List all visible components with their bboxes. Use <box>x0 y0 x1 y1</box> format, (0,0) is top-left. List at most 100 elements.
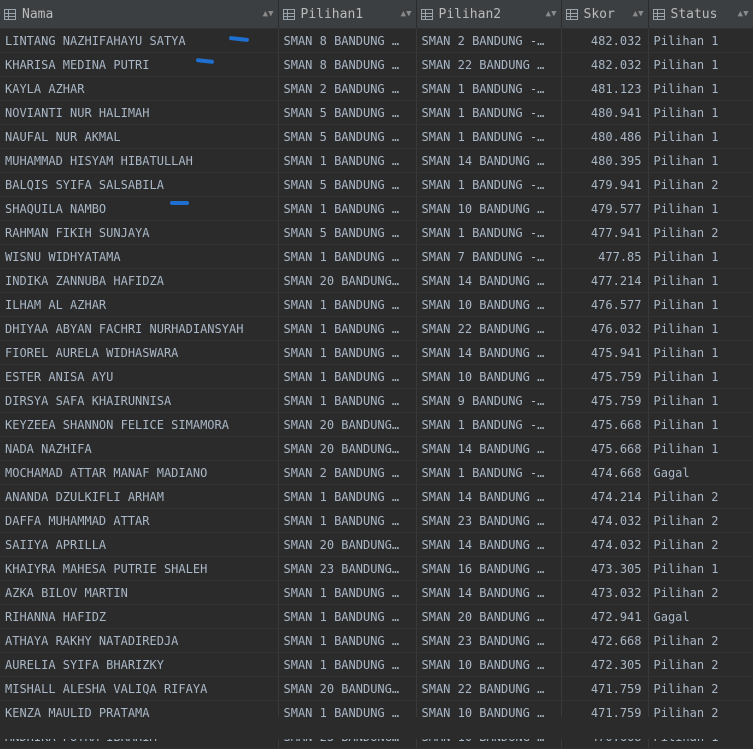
cell-nama[interactable]: AURELIA SYIFA BHARIZKY <box>0 652 279 677</box>
column-header-pilihan1[interactable]: Pilihan1 ▲▼ <box>278 0 417 29</box>
cell-status[interactable]: Pilihan 1 <box>648 28 753 53</box>
cell-pilihan1[interactable]: SMAN 2 BANDUNG … <box>278 460 417 485</box>
cell-status[interactable]: Pilihan 2 <box>648 220 753 245</box>
cell-nama[interactable]: KAYLA AZHAR <box>0 76 279 101</box>
cell-nama[interactable]: FIOREL AURELA WIDHASWARA <box>0 340 279 365</box>
cell-nama[interactable]: MOCHAMAD ATTAR MANAF MADIANO <box>0 460 279 485</box>
cell-nama[interactable]: ILHAM AL AZHAR <box>0 292 279 317</box>
cell-pilihan1[interactable]: SMAN 1 BANDUNG … <box>278 484 417 509</box>
cell-skor[interactable]: 482.032 <box>561 52 649 77</box>
cell-status[interactable]: Pilihan 2 <box>648 484 753 509</box>
cell-status[interactable]: Pilihan 1 <box>648 340 753 365</box>
cell-pilihan2[interactable]: SMAN 1 BANDUNG -… <box>416 124 562 149</box>
cell-status[interactable]: Pilihan 1 <box>648 196 753 221</box>
cell-skor[interactable]: 477.941 <box>561 220 649 245</box>
table-row[interactable]: WISNU WIDHYATAMA SMAN 1 BANDUNG … SMAN 7 B… <box>0 244 753 269</box>
table-row[interactable]: KAYLA AZHAR SMAN 2 BANDUNG … SMAN 1 BANDUN… <box>0 76 753 101</box>
cell-nama[interactable]: NADA NAZHIFA <box>0 436 279 461</box>
column-header-skor[interactable]: Skor ▲▼ <box>561 0 649 29</box>
cell-skor[interactable]: 475.668 <box>561 436 649 461</box>
cell-pilihan1[interactable]: SMAN 5 BANDUNG … <box>278 172 417 197</box>
cell-status[interactable]: Pilihan 2 <box>648 676 753 701</box>
table-row[interactable]: ILHAM AL AZHAR SMAN 1 BANDUNG … SMAN 10 BA… <box>0 292 753 317</box>
table-row[interactable]: LINTANG NAZHIFAHAYU SATYA SMAN 8 BANDUNG … <box>0 28 753 53</box>
cell-pilihan1[interactable]: SMAN 1 BANDUNG … <box>278 604 417 629</box>
cell-skor[interactable]: 475.759 <box>561 388 649 413</box>
cell-pilihan2[interactable]: SMAN 14 BANDUNG … <box>416 436 562 461</box>
cell-nama[interactable]: WISNU WIDHYATAMA <box>0 244 279 269</box>
cell-status[interactable]: Pilihan 1 <box>648 124 753 149</box>
cell-pilihan2[interactable]: SMAN 7 BANDUNG -… <box>416 244 562 269</box>
column-header-nama[interactable]: Nama ▲▼ <box>0 0 279 29</box>
cell-pilihan2[interactable]: SMAN 1 BANDUNG -… <box>416 100 562 125</box>
cell-pilihan1[interactable]: SMAN 1 BANDUNG … <box>278 628 417 653</box>
table-row[interactable]: ESTER ANISA AYU SMAN 1 BANDUNG … SMAN 10 B… <box>0 364 753 389</box>
cell-status[interactable]: Pilihan 1 <box>648 412 753 437</box>
cell-pilihan2[interactable]: SMAN 10 BANDUNG … <box>416 292 562 317</box>
cell-skor[interactable]: 474.668 <box>561 460 649 485</box>
sort-arrows-icon[interactable]: ▲▼ <box>633 9 644 19</box>
column-header-pilihan2[interactable]: Pilihan2 ▲▼ <box>416 0 562 29</box>
cell-pilihan1[interactable]: SMAN 1 BANDUNG … <box>278 388 417 413</box>
cell-skor[interactable]: 474.214 <box>561 484 649 509</box>
cell-skor[interactable]: 475.941 <box>561 340 649 365</box>
cell-status[interactable]: Pilihan 1 <box>648 76 753 101</box>
cell-pilihan2[interactable]: SMAN 23 BANDUNG … <box>416 628 562 653</box>
cell-skor[interactable]: 476.577 <box>561 292 649 317</box>
table-row[interactable]: KEYZEEA SHANNON FELICE SIMAMORA SMAN 20 B… <box>0 412 753 437</box>
cell-skor[interactable]: 473.032 <box>561 580 649 605</box>
cell-nama[interactable]: NOVIANTI NUR HALIMAH <box>0 100 279 125</box>
cell-skor[interactable]: 477.214 <box>561 268 649 293</box>
cell-nama[interactable]: NAUFAL NUR AKMAL <box>0 124 279 149</box>
sort-arrows-icon[interactable]: ▲▼ <box>401 9 412 19</box>
cell-skor[interactable]: 475.759 <box>561 364 649 389</box>
cell-nama[interactable]: ESTER ANISA AYU <box>0 364 279 389</box>
cell-nama[interactable]: ATHAYA RAKHY NATADIREDJA <box>0 628 279 653</box>
cell-skor[interactable]: 474.032 <box>561 508 649 533</box>
cell-nama[interactable]: SHAQUILA NAMBO <box>0 196 279 221</box>
cell-pilihan2[interactable]: SMAN 1 BANDUNG -… <box>416 172 562 197</box>
cell-pilihan1[interactable]: SMAN 23 BANDUNG… <box>278 556 417 581</box>
cell-nama[interactable]: KEYZEEA SHANNON FELICE SIMAMORA <box>0 412 279 437</box>
cell-nama[interactable]: DAFFA MUHAMMAD ATTAR <box>0 508 279 533</box>
cell-skor[interactable]: 477.85 <box>561 244 649 269</box>
cell-status[interactable]: Pilihan 1 <box>648 148 753 173</box>
cell-pilihan1[interactable]: SMAN 1 BANDUNG … <box>278 580 417 605</box>
table-row[interactable]: MISHALL ALESHA VALIQA RIFAYA SMAN 20 BAND… <box>0 676 753 701</box>
cell-nama[interactable]: RAHMAN FIKIH SUNJAYA <box>0 220 279 245</box>
cell-pilihan2[interactable]: SMAN 23 BANDUNG … <box>416 508 562 533</box>
cell-pilihan2[interactable]: SMAN 22 BANDUNG … <box>416 676 562 701</box>
cell-pilihan1[interactable]: SMAN 1 BANDUNG … <box>278 244 417 269</box>
cell-nama[interactable]: MUHAMMAD HISYAM HIBATULLAH <box>0 148 279 173</box>
cell-pilihan2[interactable]: SMAN 9 BANDUNG -… <box>416 388 562 413</box>
sort-arrows-icon[interactable]: ▲▼ <box>738 9 749 19</box>
cell-nama[interactable]: KHAIYRA MAHESA PUTRIE SHALEH <box>0 556 279 581</box>
cell-pilihan2[interactable]: SMAN 14 BANDUNG … <box>416 580 562 605</box>
cell-pilihan2[interactable]: SMAN 10 BANDUNG … <box>416 652 562 677</box>
table-row[interactable]: NOVIANTI NUR HALIMAH SMAN 5 BANDUNG … SMAN… <box>0 100 753 125</box>
cell-status[interactable]: Pilihan 1 <box>648 244 753 269</box>
cell-status[interactable]: Gagal <box>648 604 753 629</box>
table-row[interactable]: AZKA BILOV MARTIN SMAN 1 BANDUNG … SMAN 14… <box>0 580 753 605</box>
cell-nama[interactable]: MISHALL ALESHA VALIQA RIFAYA <box>0 676 279 701</box>
cell-pilihan2[interactable]: SMAN 2 BANDUNG -… <box>416 28 562 53</box>
cell-pilihan1[interactable]: SMAN 1 BANDUNG … <box>278 292 417 317</box>
cell-pilihan2[interactable]: SMAN 14 BANDUNG … <box>416 268 562 293</box>
cell-pilihan1[interactable]: SMAN 8 BANDUNG … <box>278 52 417 77</box>
sort-arrows-icon[interactable]: ▲▼ <box>546 9 557 19</box>
cell-pilihan2[interactable]: SMAN 14 BANDUNG … <box>416 340 562 365</box>
cell-pilihan1[interactable]: SMAN 8 BANDUNG … <box>278 28 417 53</box>
cell-status[interactable]: Pilihan 1 <box>648 316 753 341</box>
table-row[interactable]: KHAIYRA MAHESA PUTRIE SHALEH SMAN 23 BAND… <box>0 556 753 581</box>
table-row[interactable]: DHIYAA ABYAN FACHRI NURHADIANSYAH SMAN 1 … <box>0 316 753 341</box>
cell-status[interactable]: Pilihan 1 <box>648 436 753 461</box>
cell-pilihan1[interactable]: SMAN 1 BANDUNG … <box>278 508 417 533</box>
cell-skor[interactable]: 472.668 <box>561 628 649 653</box>
cell-pilihan1[interactable]: SMAN 5 BANDUNG … <box>278 220 417 245</box>
cell-skor[interactable]: 476.032 <box>561 316 649 341</box>
cell-pilihan2[interactable]: SMAN 1 BANDUNG -… <box>416 76 562 101</box>
cell-nama[interactable]: KHARISA MEDINA PUTRI <box>0 52 279 77</box>
cell-pilihan2[interactable]: SMAN 16 BANDUNG … <box>416 556 562 581</box>
cell-pilihan2[interactable]: SMAN 10 BANDUNG … <box>416 364 562 389</box>
cell-skor[interactable]: 471.759 <box>561 676 649 701</box>
